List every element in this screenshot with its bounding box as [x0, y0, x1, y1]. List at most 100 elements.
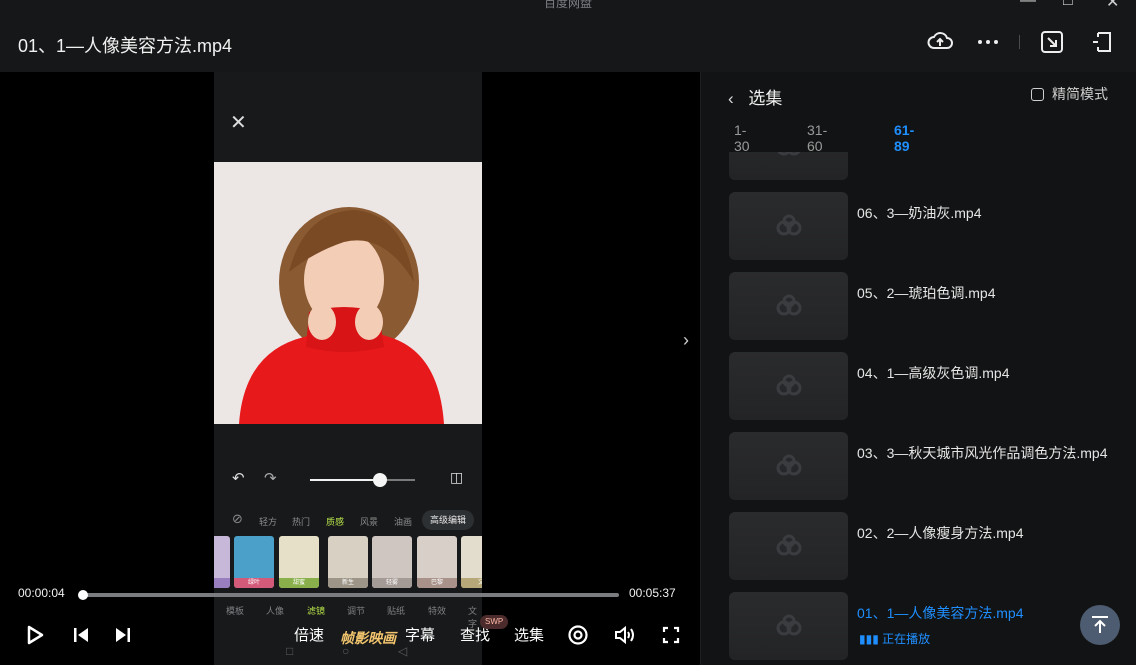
redo-icon: ↷ — [264, 470, 277, 487]
filter-tab: 质感 — [326, 517, 345, 527]
subtitle-button[interactable]: 字幕 — [405, 624, 435, 645]
episode-title: 05、2—琥珀色调.mp4 — [857, 285, 996, 301]
always-on-top-icon[interactable] — [1088, 28, 1116, 56]
previous-icon[interactable] — [68, 622, 94, 648]
filter-tab: 油画 — [394, 517, 413, 527]
portrait-photo — [214, 162, 482, 424]
episode-title: 04、1—高级灰色调.mp4 — [857, 365, 1010, 381]
simple-mode-label: 精简模式 — [1052, 86, 1108, 102]
panel-header: ‹ 选集 — [728, 84, 782, 109]
episode-item[interactable]: 06、3—奶油灰.mp4 — [729, 192, 1129, 260]
app-name: 百度网盘 — [543, 0, 592, 10]
more-icon[interactable] — [974, 28, 1002, 56]
range-tab[interactable]: 31-60 — [807, 122, 827, 154]
filter-thumb: 新生 — [328, 536, 368, 588]
editor-tab: 贴纸 — [387, 606, 406, 616]
simple-mode-toggle[interactable]: 精简模式 — [1031, 84, 1108, 104]
chevron-left-icon[interactable]: ‹ — [728, 89, 734, 108]
search-badge: SWP — [480, 615, 509, 629]
filter-tab: 轻方 — [259, 517, 278, 527]
range-tab[interactable]: 1-30 — [734, 122, 750, 154]
episode-thumbnail — [729, 432, 848, 500]
equalizer-icon: ▮▮▮ — [859, 632, 879, 646]
episode-panel: ‹ 选集 精简模式 1-30 31-60 61-89 06、3—奶油灰.mp4 … — [700, 72, 1136, 665]
close-icon: ✕ — [230, 112, 247, 134]
edit-toolbar: ↶ ↷ ◫ — [214, 467, 482, 493]
filter-thumbnails: 绿叶 甜蜜 新生 轻雾 巴黎 文 — [214, 536, 482, 588]
episode-thumbnail — [729, 512, 848, 580]
filter-thumb: 文 — [461, 536, 482, 588]
intensity-slider-knob — [373, 473, 387, 487]
undo-icon: ↶ — [232, 470, 245, 487]
speed-button[interactable]: 倍速 — [294, 624, 324, 645]
video-title: 01、1—人像美容方法.mp4 — [18, 36, 233, 56]
filter-thumb: 甜蜜 — [279, 536, 319, 588]
panel-title: 选集 — [748, 89, 783, 108]
episode-thumbnail — [729, 592, 848, 660]
editor-tab: 滤镜 — [307, 606, 326, 616]
filter-tabs: ⊘ 轻方 热门 质感 风景 油画 高级编辑 — [214, 510, 482, 530]
episode-item[interactable]: 03、3—秋天城市风光作品调色方法.mp4 — [729, 432, 1129, 500]
cloud-logo-icon — [776, 374, 801, 396]
episode-thumbnail — [729, 272, 848, 340]
cloud-upload-icon[interactable] — [926, 28, 954, 56]
episode-item[interactable]: 04、1—高级灰色调.mp4 — [729, 352, 1129, 420]
now-playing-status: ▮▮▮ 正在播放 — [859, 632, 931, 646]
cloud-logo-icon — [777, 152, 800, 156]
advanced-edit-button: 高级编辑 — [422, 510, 474, 530]
episode-thumbnail — [729, 192, 848, 260]
close-window-icon[interactable]: ✕ — [1106, 0, 1119, 12]
minimize-icon[interactable]: — — [1020, 0, 1036, 10]
back-to-top-button[interactable] — [1080, 605, 1120, 645]
filter-tab: 热门 — [292, 517, 311, 527]
mini-window-icon[interactable] — [1038, 28, 1066, 56]
editor-tab: 特效 — [428, 606, 447, 616]
episode-item[interactable] — [729, 152, 1129, 180]
next-icon[interactable] — [110, 622, 136, 648]
episode-title: 02、2—人像瘦身方法.mp4 — [857, 525, 1024, 541]
episode-thumbnail — [729, 352, 848, 420]
volume-icon[interactable] — [612, 622, 638, 648]
arrow-up-icon — [1092, 616, 1108, 633]
compare-icon: ◫ — [450, 469, 464, 485]
episode-title: 03、3—秋天城市风光作品调色方法.mp4 — [857, 445, 1108, 461]
episode-title: 01、1—人像美容方法.mp4 — [857, 605, 1024, 621]
maximize-icon[interactable]: □ — [1063, 0, 1073, 10]
audio-track-icon[interactable] — [565, 622, 591, 648]
cloud-logo-icon — [776, 614, 801, 636]
range-tab-active[interactable]: 61-89 — [894, 122, 914, 154]
filter-tab: 风景 — [360, 517, 379, 527]
progress-track[interactable] — [82, 593, 619, 597]
episode-thumbnail — [729, 152, 848, 180]
play-icon[interactable] — [22, 622, 48, 648]
header-separator — [1019, 35, 1020, 49]
filter-thumb: 巴黎 — [417, 536, 457, 588]
cloud-logo-icon — [776, 534, 801, 556]
title-bar: 百度网盘 — □ ✕ 01、1—人像美容方法.mp4 — [0, 0, 1136, 72]
intensity-slider-fill — [310, 479, 380, 481]
episode-title: 06、3—奶油灰.mp4 — [857, 205, 982, 221]
chevron-right-icon[interactable]: › — [683, 330, 689, 351]
episode-item[interactable]: 05、2—琥珀色调.mp4 — [729, 272, 1129, 340]
editor-tab: 模板 — [226, 606, 245, 616]
editor-tab: 人像 — [266, 606, 285, 616]
cloud-logo-icon — [776, 294, 801, 316]
filter-thumb: 绿叶 — [234, 536, 274, 588]
episode-item[interactable]: 02、2—人像瘦身方法.mp4 — [729, 512, 1129, 580]
video-player[interactable]: ✕ ↶ ↷ ◫ ⊘ 轻方 热门 质感 风景 油画 高级编辑 绿叶 甜蜜 新生 轻… — [0, 72, 700, 665]
fullscreen-icon[interactable] — [658, 622, 684, 648]
cloud-logo-icon — [776, 454, 801, 476]
filter-thumb: 轻雾 — [372, 536, 412, 588]
episodes-button[interactable]: 选集 — [514, 624, 544, 645]
total-duration: 00:05:37 — [629, 586, 676, 600]
cloud-logo-icon — [776, 214, 801, 236]
episode-item-playing[interactable]: 01、1—人像美容方法.mp4 ▮▮▮ 正在播放 — [729, 592, 1129, 660]
episode-list: 06、3—奶油灰.mp4 05、2—琥珀色调.mp4 04、1—高级灰色调.mp… — [729, 152, 1129, 665]
video-frame: ✕ ↶ ↷ ◫ ⊘ 轻方 热门 质感 风景 油画 高级编辑 绿叶 甜蜜 新生 轻… — [214, 72, 482, 665]
simple-mode-checkbox[interactable] — [1031, 87, 1044, 101]
progress-knob[interactable] — [78, 590, 88, 600]
progress-bar[interactable]: 00:00:04 00:05:37 — [0, 583, 700, 603]
brand-logo: 帧影映画 — [340, 630, 396, 646]
filter-thumb — [214, 536, 230, 588]
current-time: 00:00:04 — [18, 586, 65, 600]
